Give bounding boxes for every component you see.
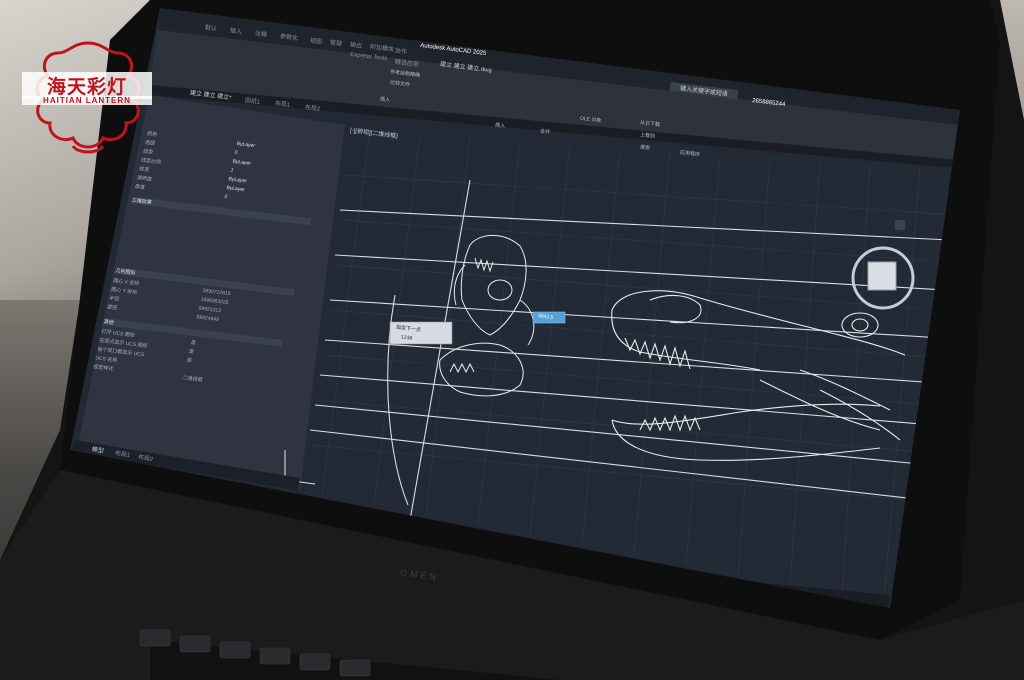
ribbon-btn-search[interactable]: 搜索: [640, 143, 651, 151]
layout-tab-model[interactable]: 模型: [91, 444, 104, 455]
prop-layer-value[interactable]: 0: [234, 150, 238, 156]
geom-d-value[interactable]: 59924849: [196, 314, 219, 323]
ribbon-tab-view[interactable]: 视图: [309, 35, 322, 45]
section-3d[interactable]: 三维效果: [131, 196, 312, 226]
geom-cx-value[interactable]: 3930712615: [202, 288, 231, 297]
prop-transparency-name: 透明度: [136, 175, 153, 183]
ribbon-tab-collaborate[interactable]: 协作: [394, 45, 407, 55]
misc-ucs-name-name: UCS 名称: [94, 355, 118, 364]
ribbon-tab-annotate[interactable]: 注释: [254, 28, 267, 38]
prop-color-value[interactable]: ByLayer: [236, 141, 256, 149]
misc-visual-style-value[interactable]: 二维线框: [182, 374, 203, 383]
prop-lineweight-name: 线宽: [138, 166, 150, 174]
prop-transparency-value[interactable]: ByLayer: [226, 185, 246, 193]
prop-linetype-value[interactable]: ByLayer: [232, 159, 252, 167]
geom-cy-value[interactable]: 1598363025: [200, 297, 229, 306]
prop-lineweight-value[interactable]: ByLayer: [228, 176, 248, 184]
geom-r-value[interactable]: 59921313: [198, 306, 221, 315]
ribbon-group-insert2: 插入: [494, 122, 506, 130]
misc-ucs-viewport-value[interactable]: 是: [186, 357, 193, 363]
misc-visual-style-name: 视觉样式: [92, 364, 114, 373]
geom-r-name: 半径: [108, 295, 120, 303]
prop-ltscale-value[interactable]: 1: [230, 167, 234, 173]
ribbon-tab-manage[interactable]: 管理: [329, 37, 342, 47]
prop-thickness-name: 厚度: [134, 183, 146, 191]
ribbon-tab-output[interactable]: 输出: [349, 39, 362, 49]
ribbon-group-merge: 合并: [539, 128, 551, 136]
file-tab-3[interactable]: 布局1: [275, 98, 291, 109]
ribbon-tab-default[interactable]: 默认: [204, 22, 217, 32]
logo-title: 海天彩灯: [22, 72, 152, 99]
file-tab-4[interactable]: 布局2: [305, 102, 321, 113]
file-tab-2[interactable]: 图纸1: [245, 95, 261, 106]
misc-ucs-on-value[interactable]: 是: [190, 339, 197, 346]
ribbon-tab-insert[interactable]: 插入: [229, 25, 242, 35]
prop-thickness-value[interactable]: 0: [224, 194, 228, 200]
ribbon-group-insert: 插入: [379, 96, 391, 104]
logo-subtitle: HAITIAN LANTERN: [22, 96, 152, 105]
misc-ucs-origin-value[interactable]: 是: [188, 348, 195, 355]
geom-d-name: 直径: [106, 304, 118, 312]
